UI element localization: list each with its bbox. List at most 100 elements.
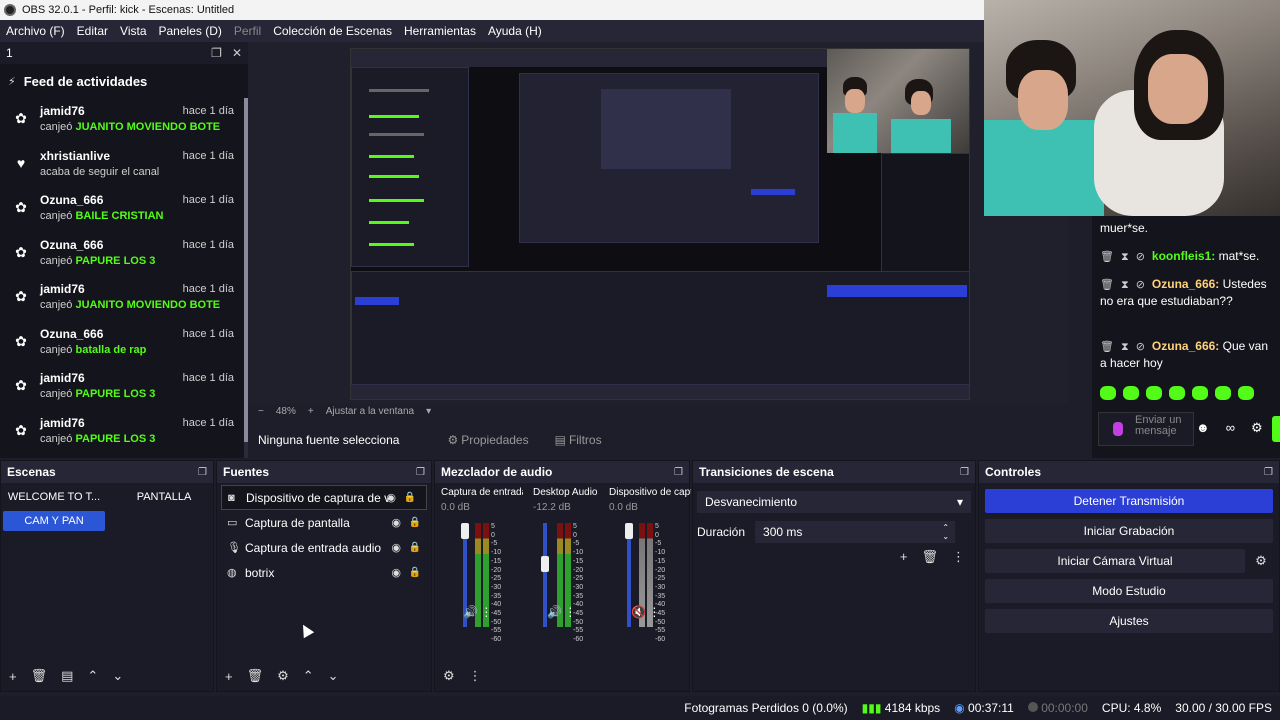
trash-icon[interactable]: 🗑 [247, 668, 264, 684]
menu-vista[interactable]: Vista [120, 24, 146, 38]
record-time: 00:00:00 [1041, 701, 1088, 715]
gear-icon[interactable]: ⚙ [277, 668, 289, 684]
chat-input[interactable]: Enviar un mensaje [1098, 412, 1194, 446]
fader-knob[interactable] [541, 556, 549, 572]
menu-coleccion[interactable]: Colección de Escenas [273, 24, 392, 38]
kebab-menu-icon[interactable]: ⋮ [564, 605, 576, 619]
gift-icon: ✿ [15, 199, 27, 215]
lock-icon[interactable]: 🔒 [409, 542, 421, 553]
undock-icon[interactable]: ❐ [1264, 467, 1273, 478]
kebab-menu-icon[interactable]: ⋮ [469, 668, 482, 684]
speaker-icon[interactable]: 🔊 [547, 605, 562, 619]
chat-user[interactable]: koonfleis1: [1152, 249, 1215, 263]
properties-label: Propiedades [461, 433, 529, 447]
fader-knob[interactable] [461, 523, 469, 539]
chat-user[interactable]: Ozuna_666: [1152, 277, 1219, 291]
record-icon [1027, 702, 1038, 712]
mixer-settings-icon[interactable]: ⚙ [443, 668, 455, 684]
chevron-down-icon[interactable]: ⌄ [328, 668, 339, 684]
stop-stream-button[interactable]: Detener Transmisión [985, 489, 1273, 513]
scene-welcome[interactable]: WELCOME TO T... [3, 487, 105, 507]
fit-to-window[interactable]: Ajustar a la ventana [326, 406, 414, 417]
filters-button[interactable]: ▤ Filtros [555, 433, 602, 447]
kebab-menu-icon[interactable]: ⋮ [648, 605, 660, 619]
transition-select[interactable]: Desvanecimiento ▾ [697, 491, 971, 513]
zoom-in-button[interactable]: + [308, 406, 314, 417]
menu-perfil[interactable]: Perfil [234, 24, 261, 38]
virtual-camera-button[interactable]: Iniciar Cámara Virtual [985, 549, 1245, 573]
eye-icon[interactable]: ◉ [386, 491, 396, 504]
scenes-dock: Escenas ❐ WELCOME TO T... PANTALLA CAM Y … [0, 460, 214, 692]
feed-time: hace 1 día [182, 283, 234, 295]
start-recording-button[interactable]: Iniciar Grabación [985, 519, 1273, 543]
settings-icon[interactable]: ⚙ [1251, 420, 1263, 436]
add-icon[interactable]: + [9, 669, 17, 684]
filter-icon[interactable]: ▤ [61, 668, 73, 684]
undock-icon[interactable]: ❐ [674, 467, 683, 478]
eye-icon[interactable]: ◉ [391, 516, 401, 529]
trash-icon[interactable]: 🗑 [921, 549, 938, 565]
undock-icon[interactable]: ❐ [198, 467, 207, 478]
duration-field[interactable]: 300 ms ⌃ ⌄ [755, 521, 956, 543]
ban-icon[interactable]: ⊘ [1136, 279, 1145, 291]
fader-knob[interactable] [625, 523, 633, 539]
menu-paneles[interactable]: Paneles (D) [159, 24, 222, 38]
source-label: botrix [245, 565, 275, 580]
undock-icon[interactable]: ❐ [416, 467, 425, 478]
trash-icon[interactable]: 🗑 [31, 668, 48, 684]
preview-canvas[interactable] [350, 48, 970, 400]
feed-item: ✿ jamid76 hace 1 día canjeó PAPURE LOS 3 [0, 365, 248, 410]
chat-user[interactable]: Ozuna_666: [1152, 339, 1219, 353]
speaker-icon[interactable]: 🔊 [463, 605, 478, 619]
trash-icon[interactable]: 🗑 [1100, 341, 1114, 353]
menu-ayuda[interactable]: Ayuda (H) [488, 24, 542, 38]
undock-icon[interactable]: ❐ [211, 46, 222, 60]
scene-pantalla[interactable]: PANTALLA [113, 487, 215, 507]
settings-button[interactable]: Ajustes [985, 609, 1273, 633]
trash-icon[interactable]: 🗑 [1100, 279, 1114, 291]
emote-picker-icon[interactable]: ☻ [1196, 420, 1210, 436]
source-item[interactable]: ◍ botrix ◉ 🔒 [217, 560, 431, 585]
source-item[interactable]: ▭ Captura de pantalla ◉ 🔒 [217, 510, 431, 535]
emote-bar[interactable] [1100, 386, 1254, 400]
ban-icon[interactable]: ⊘ [1136, 341, 1145, 353]
undock-icon[interactable]: ❐ [960, 467, 969, 478]
lock-icon[interactable]: 🔒 [409, 567, 421, 578]
lock-icon[interactable]: 🔒 [404, 492, 416, 503]
link-icon[interactable]: ∞ [1226, 420, 1235, 436]
menu-archivo[interactable]: Archivo (F) [6, 24, 65, 38]
preview-area[interactable] [248, 42, 1068, 404]
timeout-icon[interactable]: ⧗ [1121, 279, 1129, 291]
add-icon[interactable]: + [225, 669, 233, 684]
lock-icon[interactable]: 🔒 [409, 517, 421, 528]
send-button[interactable] [1272, 416, 1280, 442]
zoom-out-button[interactable]: − [258, 406, 264, 417]
close-icon[interactable]: ✕ [232, 46, 242, 60]
chevron-up-icon[interactable]: ⌃ [303, 668, 314, 684]
feed-time: hace 1 día [182, 105, 234, 117]
muted-speaker-icon[interactable]: 🔇 [631, 605, 646, 619]
menu-editar[interactable]: Editar [77, 24, 108, 38]
feed-item: ✿ jamid76 hace 1 día canjeó PAPURE LOS 3 [0, 410, 248, 455]
timeout-icon[interactable]: ⧗ [1121, 251, 1129, 263]
eye-icon[interactable]: ◉ [391, 566, 401, 579]
kebab-menu-icon[interactable]: ⋮ [480, 605, 492, 619]
timeout-icon[interactable]: ⧗ [1121, 341, 1129, 353]
spinner-icon[interactable]: ⌃ ⌄ [942, 523, 949, 541]
chevron-down-icon[interactable]: ⌄ [112, 668, 123, 684]
kebab-menu-icon[interactable]: ⋮ [952, 549, 965, 565]
eye-icon[interactable]: ◉ [391, 541, 401, 554]
ban-icon[interactable]: ⊘ [1136, 251, 1145, 263]
properties-button[interactable]: ⚙ Propiedades [447, 433, 528, 447]
add-icon[interactable]: + [900, 549, 908, 565]
trash-icon[interactable]: 🗑 [1100, 251, 1114, 263]
source-item[interactable]: ◙ Dispositivo de captura de v ◉ 🔒 [221, 485, 427, 510]
emote-icon [1146, 386, 1162, 400]
chevron-up-icon[interactable]: ⌃ [87, 668, 98, 684]
chevron-down-icon[interactable]: ▾ [426, 406, 431, 417]
menu-herramientas[interactable]: Herramientas [404, 24, 476, 38]
studio-mode-button[interactable]: Modo Estudio [985, 579, 1273, 603]
source-item[interactable]: 🎙 Captura de entrada audio ◉ 🔒 [217, 535, 431, 560]
gear-icon[interactable]: ⚙ [1249, 549, 1273, 573]
scene-cam-y-pan[interactable]: CAM Y PAN [3, 511, 105, 531]
